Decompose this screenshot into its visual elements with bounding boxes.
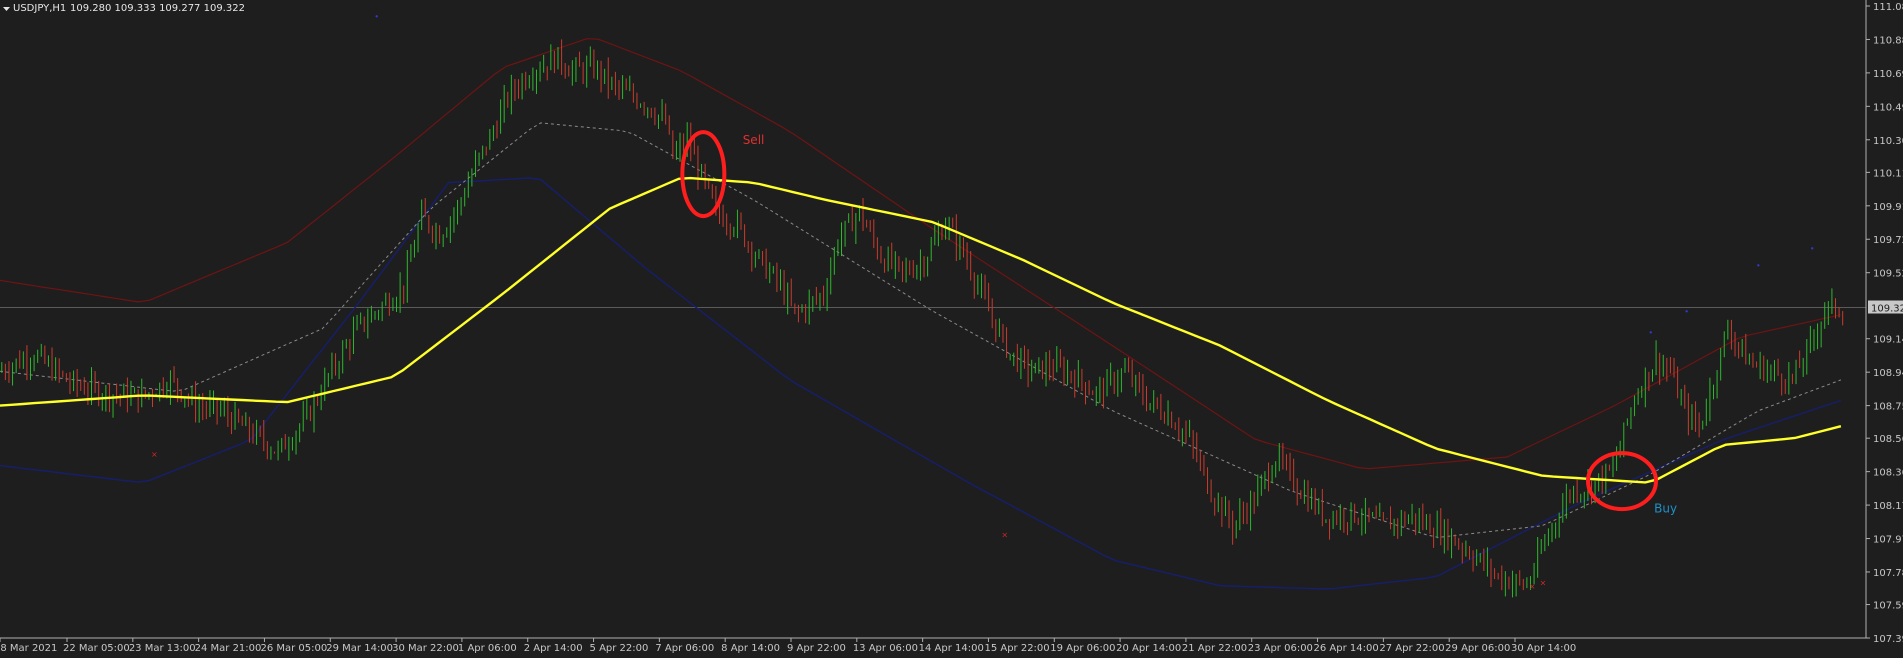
time-tick-label: 19 Apr 06:00: [1050, 643, 1115, 654]
time-tick-label: 20 Apr 14:00: [1116, 643, 1181, 654]
price-tick-label: 111.080: [1873, 2, 1903, 13]
time-tick-label: 23 Apr 06:00: [1248, 643, 1313, 654]
price-tick-label: 110.690: [1873, 69, 1903, 80]
price-tick-label: 110.300: [1873, 136, 1903, 147]
price-tick-label: 107.395: [1873, 634, 1903, 645]
price-tick-label: 108.365: [1873, 468, 1903, 479]
price-tick-label: 108.750: [1873, 402, 1903, 413]
time-tick-label: 26 Apr 14:00: [1314, 643, 1379, 654]
down-fractal-marker: ×: [151, 450, 158, 459]
price-tick-label: 108.945: [1873, 368, 1903, 379]
time-tick-label: 18 Mar 2021: [0, 643, 57, 654]
down-fractal-marker: ×: [1529, 582, 1536, 591]
sell-label: Sell: [743, 133, 765, 147]
time-tick-label: 13 Apr 06:00: [853, 643, 918, 654]
price-tick-label: 109.525: [1873, 269, 1903, 280]
time-tick-label: 8 Apr 14:00: [721, 643, 780, 654]
time-tick-label: 5 Apr 22:00: [590, 643, 649, 654]
price-tick-label: 107.780: [1873, 568, 1903, 579]
time-tick-label: 30 Apr 14:00: [1511, 643, 1576, 654]
time-tick-label: 15 Apr 22:00: [984, 643, 1049, 654]
price-tick-label: 107.590: [1873, 601, 1903, 612]
time-tick-label: 24 Mar 21:00: [195, 643, 262, 654]
symbol-timeframe: USDJPY,H1: [13, 3, 66, 14]
time-tick-label: 27 Apr 22:00: [1379, 643, 1444, 654]
time-tick-label: 22 Mar 05:00: [63, 643, 130, 654]
time-tick-label: 26 Mar 05:00: [260, 643, 327, 654]
down-fractal-marker: ×: [1540, 579, 1547, 588]
time-tick-label: 29 Apr 06:00: [1445, 643, 1510, 654]
time-tick-label: 7 Apr 06:00: [655, 643, 714, 654]
up-fractal-marker: •: [1648, 328, 1653, 337]
price-tick-label: 110.110: [1873, 168, 1903, 179]
chart-background: [0, 0, 1903, 658]
price-tick-label: 110.495: [1873, 102, 1903, 113]
price-tick-label: 108.170: [1873, 501, 1903, 512]
price-tick-label: 110.885: [1873, 35, 1903, 46]
chart: • • • • • × × × × Sell Buy 111.080 110.885 110.690 1…: [0, 0, 1903, 658]
price-tick-label: 109.915: [1873, 202, 1903, 213]
current-price-label: 109.322: [1871, 304, 1903, 315]
up-fractal-marker: •: [1810, 244, 1815, 253]
time-tick-label: 23 Mar 13:00: [129, 643, 196, 654]
price-tick-label: 109.720: [1873, 235, 1903, 246]
buy-label: Buy: [1654, 502, 1677, 516]
price-tick-label: 108.560: [1873, 434, 1903, 445]
time-tick-label: 9 Apr 22:00: [787, 643, 846, 654]
time-tick-label: 14 Apr 14:00: [919, 643, 984, 654]
price-tick-label: 109.140: [1873, 335, 1903, 346]
time-tick-label: 21 Apr 22:00: [1182, 643, 1247, 654]
down-fractal-marker: ×: [1001, 531, 1008, 540]
time-tick-label: 2 Apr 14:00: [524, 643, 583, 654]
time-tick-label: 1 Apr 06:00: [458, 643, 517, 654]
price-tick-label: 107.975: [1873, 535, 1903, 546]
time-tick-label: 29 Mar 14:00: [326, 643, 393, 654]
up-fractal-marker: •: [1756, 261, 1761, 270]
up-fractal-marker: •: [1684, 308, 1689, 317]
up-fractal-marker: •: [374, 13, 379, 22]
time-tick-label: 30 Mar 22:00: [392, 643, 459, 654]
ohlc-readout: 109.280 109.333 109.277 109.322: [70, 3, 245, 14]
